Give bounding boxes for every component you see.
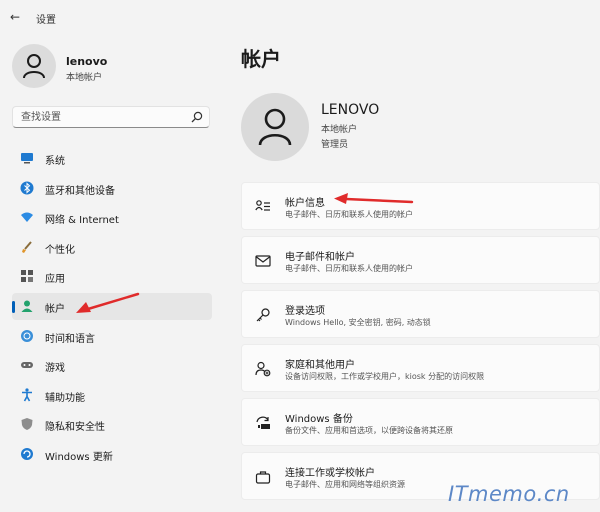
sidebar-item-label: 游戏 xyxy=(45,363,65,375)
shield-icon xyxy=(21,418,33,431)
sidebar-item-time-language[interactable]: 时间和语言 xyxy=(12,323,212,350)
brush-icon xyxy=(22,241,32,253)
card-subtitle: 电子邮件、日历和联系人使用的帐户 xyxy=(285,210,413,219)
briefcase-icon xyxy=(255,471,271,484)
card-subtitle: 电子邮件、日历和联系人使用的帐户 xyxy=(285,264,413,273)
sidebar-item-label: 时间和语言 xyxy=(45,333,95,345)
watermark: ITmemo.cn xyxy=(448,482,570,506)
title-bar: ← 设置 xyxy=(0,0,600,34)
avatar xyxy=(12,44,56,88)
search-box[interactable] xyxy=(12,106,210,128)
sidebar-item-label: 个性化 xyxy=(45,244,75,256)
account-role: 管理员 xyxy=(321,140,349,150)
account-avatar xyxy=(241,93,309,161)
sidebar-item-label: 辅助功能 xyxy=(45,392,85,404)
sidebar-item-label: 网络 & Internet xyxy=(45,215,119,227)
mail-icon xyxy=(255,255,271,267)
family-icon xyxy=(255,361,271,377)
page-title: 帐户 xyxy=(241,47,281,71)
gamepad-icon xyxy=(21,362,33,369)
sidebar-item-accessibility[interactable]: 辅助功能 xyxy=(12,382,212,409)
sidebar-item-label: Windows 更新 xyxy=(45,451,113,463)
sidebar-item-label: 隐私和安全性 xyxy=(45,422,105,434)
card-title: 登录选项 xyxy=(285,306,325,317)
card-subtitle: 设备访问权限，工作或学校用户，kiosk 分配的访问权限 xyxy=(285,372,485,381)
person-icon xyxy=(258,108,292,146)
accessibility-icon xyxy=(22,388,32,402)
apps-icon xyxy=(21,270,33,283)
sidebar-item-system[interactable]: 系统 xyxy=(12,145,212,172)
globe-clock-icon xyxy=(21,329,33,342)
card-subtitle: 电子邮件、应用和网络等组织资源 xyxy=(285,480,405,489)
card-title: 电子邮件和帐户 xyxy=(285,252,355,263)
card-subtitle: 备份文件、应用和首选项，以便跨设备将其还原 xyxy=(285,426,453,435)
search-icon[interactable] xyxy=(191,111,203,123)
card-title: 家庭和其他用户 xyxy=(285,360,355,371)
card-title: 连接工作或学校帐户 xyxy=(285,468,375,479)
user-account-type: 本地帐户 xyxy=(66,73,103,83)
person-icon xyxy=(21,300,33,312)
card-email-accounts[interactable]: 电子邮件和帐户 电子邮件、日历和联系人使用的帐户 xyxy=(241,236,600,284)
update-icon xyxy=(21,447,33,460)
card-account-info[interactable]: 帐户信息 电子邮件、日历和联系人使用的帐户 xyxy=(241,182,600,230)
sidebar-item-bluetooth[interactable]: 蓝牙和其他设备 xyxy=(12,175,212,202)
account-type: 本地帐户 xyxy=(321,125,358,135)
sidebar-item-label: 帐户 xyxy=(45,303,65,315)
person-icon xyxy=(23,54,45,79)
key-icon xyxy=(256,308,270,322)
card-subtitle: Windows Hello, 安全密钥, 密码, 动态锁 xyxy=(285,318,431,327)
sidebar-item-label: 系统 xyxy=(45,156,65,167)
card-sign-in-options[interactable]: 登录选项 Windows Hello, 安全密钥, 密码, 动态锁 xyxy=(241,290,600,338)
sidebar-item-label: 应用 xyxy=(45,274,65,286)
selected-indicator xyxy=(12,300,15,313)
window-title: 设置 xyxy=(36,15,56,26)
sidebar-item-gaming[interactable]: 游戏 xyxy=(12,352,212,379)
sidebar-item-apps[interactable]: 应用 xyxy=(12,263,212,290)
backup-icon xyxy=(256,416,270,429)
wifi-icon xyxy=(21,212,33,223)
bluetooth-icon xyxy=(20,181,34,195)
sidebar-item-windows-update[interactable]: Windows 更新 xyxy=(12,441,212,468)
card-windows-backup[interactable]: Windows 备份 备份文件、应用和首选项，以便跨设备将其还原 xyxy=(241,398,600,446)
card-title: Windows 备份 xyxy=(285,414,353,425)
sidebar-item-privacy[interactable]: 隐私和安全性 xyxy=(12,411,212,438)
card-family-other-users[interactable]: 家庭和其他用户 设备访问权限，工作或学校用户，kiosk 分配的访问权限 xyxy=(241,344,600,392)
search-input[interactable] xyxy=(13,107,183,127)
account-info-icon xyxy=(255,200,270,211)
back-arrow-icon[interactable]: ← xyxy=(10,10,20,24)
card-title: 帐户信息 xyxy=(285,198,325,209)
monitor-icon xyxy=(21,153,33,164)
sidebar-item-label: 蓝牙和其他设备 xyxy=(45,185,115,197)
sidebar-item-personalization[interactable]: 个性化 xyxy=(12,234,212,261)
annotation-arrow-icon xyxy=(334,193,414,204)
annotation-arrow-icon xyxy=(76,292,140,313)
account-name: LENOVO xyxy=(321,102,380,118)
sidebar-item-network[interactable]: 网络 & Internet xyxy=(12,204,212,231)
user-name: lenovo xyxy=(66,55,108,68)
